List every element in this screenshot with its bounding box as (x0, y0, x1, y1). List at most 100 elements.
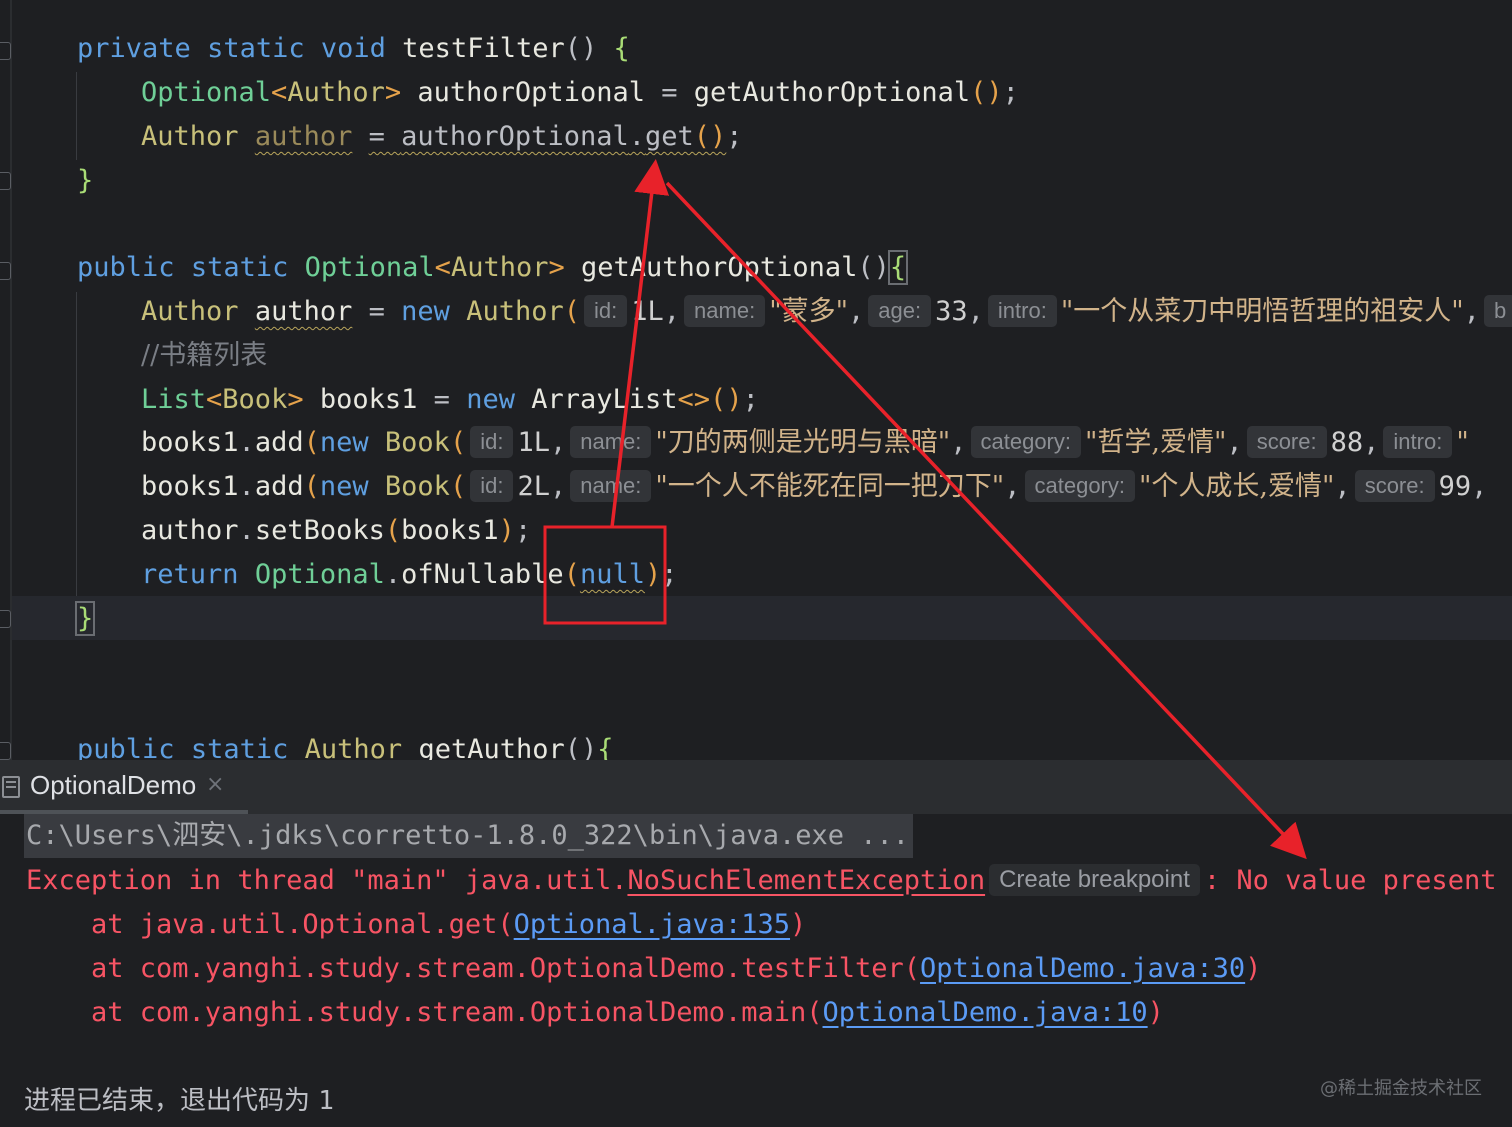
string-literal: " (1456, 427, 1469, 458)
watermark: @稀土掘金技术社区 (1320, 1078, 1482, 1099)
keyword: new (319, 471, 369, 502)
param-hint: b (1483, 295, 1512, 327)
param-hint: age: (868, 295, 932, 327)
keyword: private (77, 33, 191, 64)
exception-message: : No value present (1203, 865, 1497, 896)
unused-variable: author (254, 121, 353, 152)
null-literal: null (579, 559, 645, 590)
stack-trace-line: at java.util.Optional.get(Optional.java:… (26, 909, 807, 940)
source-link[interactable]: Optional.java:135 (514, 909, 790, 940)
type-name: Book (222, 384, 288, 415)
fold-marker-icon[interactable] (0, 42, 11, 60)
close-icon[interactable]: × (206, 772, 224, 797)
type-name: Author (141, 121, 239, 152)
exception-prefix: Exception in thread "main" java.util. (26, 865, 628, 896)
fold-marker-icon[interactable] (0, 172, 11, 190)
code-line[interactable]: public static Optional<Author> getAuthor… (77, 246, 909, 290)
keyword: static (190, 252, 289, 283)
string-literal: "一个人不能死在同一把刀下" (655, 471, 1005, 502)
type-name: Author (287, 77, 385, 108)
param-hint: intro: (1383, 426, 1453, 458)
param-hint: id: (470, 470, 514, 502)
code-line[interactable]: private static void testFilter() { (77, 27, 630, 71)
param-hint: category: (1024, 470, 1135, 502)
type-name: Author (141, 296, 239, 327)
fold-marker-icon[interactable] (0, 742, 11, 760)
code-line[interactable]: author.setBooks(books1); (141, 509, 531, 553)
fold-marker-icon[interactable] (0, 610, 11, 628)
code-line[interactable]: books1.add(new Book(id: 1L, name: "刀的两侧是光明与… (141, 421, 1469, 465)
type-name: Optional (141, 77, 272, 108)
indent-guide (76, 292, 77, 596)
exit-message: 进程已结束，退出代码为 (24, 1086, 319, 1116)
editor-gutter[interactable] (0, 0, 12, 760)
code-line[interactable]: Author author = new Author(id: 1L, name: "蒙… (141, 290, 1512, 334)
string-literal: "一个从菜刀中明悟哲理的祖安人" (1060, 296, 1464, 327)
method-call: getAuthorOptional (693, 77, 971, 108)
param-hint: score: (1354, 470, 1435, 502)
number-literal: 1L (517, 427, 550, 458)
method-call: add (254, 427, 304, 458)
current-line-highlight (12, 596, 1512, 640)
string-literal: "蒙多" (769, 296, 849, 327)
variable-ref: books1 (401, 515, 499, 546)
stack-trace-line: at com.yanghi.study.stream.OptionalDemo.… (26, 997, 1164, 1028)
fold-marker-icon[interactable] (0, 262, 11, 280)
type-name: Optional (304, 252, 435, 283)
code-line[interactable]: List<Book> books1 = new ArrayList<>(); (141, 378, 759, 422)
variable-name: books1 (319, 384, 418, 415)
run-console[interactable]: C:\Users\泗安\.jdks\corretto-1.8.0_322\bin… (0, 814, 1512, 1127)
type-name: Book (384, 427, 450, 458)
param-hint: id: (470, 426, 514, 458)
console-icon (2, 776, 20, 798)
method-call: ofNullable (401, 559, 564, 590)
param-hint: name: (570, 426, 652, 458)
number-literal: 2L (517, 471, 550, 502)
indent-guide (76, 72, 77, 160)
run-tab-label: OptionalDemo (30, 770, 197, 800)
code-comment: //书籍列表 (141, 340, 268, 371)
type-name: List (141, 384, 207, 415)
code-line[interactable]: } (77, 159, 93, 203)
param-hint: score: (1246, 426, 1327, 458)
keyword: public (77, 252, 175, 283)
code-line[interactable]: } (74, 597, 96, 641)
process-exit-line: 进程已结束，退出代码为 1 (24, 1080, 334, 1117)
code-line[interactable]: Optional<Author> authorOptional = getAut… (141, 71, 1019, 115)
code-line[interactable]: return Optional.ofNullable(null); (141, 553, 678, 597)
exit-code: 1 (318, 1086, 334, 1116)
variable-ref: author (141, 515, 239, 546)
code-line[interactable]: //书籍列表 (141, 334, 267, 378)
param-hint: name: (570, 470, 652, 502)
source-link[interactable]: OptionalDemo.java:10 (823, 997, 1148, 1028)
keyword: static (207, 33, 305, 64)
method-call: setBooks (254, 515, 385, 546)
code-line[interactable]: Author author = authorOptional.get(); (141, 115, 743, 159)
variable-name: authorOptional (417, 77, 645, 108)
code-line[interactable]: books1.add(new Book(id: 2L, name: "一个人不能死在同… (141, 465, 1487, 509)
type-name: Author (466, 296, 564, 327)
variable-ref: books1 (141, 471, 239, 502)
type-name: Author (450, 252, 549, 283)
variable-name: author (254, 296, 353, 327)
exception-line: Exception in thread "main" java.util.NoS… (26, 859, 1496, 903)
string-literal: "刀的两侧是光明与黑暗" (655, 427, 951, 458)
type-name: Author (304, 734, 403, 760)
keyword: new (401, 296, 450, 327)
code-line[interactable]: public static Author getAuthor(){ (77, 728, 614, 760)
type-name: ArrayList (531, 384, 678, 415)
type-name: Book (384, 471, 450, 502)
number-literal: 99 (1438, 471, 1472, 502)
string-literal: "哲学,爱情" (1085, 427, 1227, 458)
console-command-line[interactable]: C:\Users\泗安\.jdks\corretto-1.8.0_322\bin… (24, 814, 914, 858)
string-literal: "个人成长,爱情" (1139, 471, 1335, 502)
stack-trace-line: at com.yanghi.study.stream.OptionalDemo.… (26, 953, 1262, 984)
source-link[interactable]: OptionalDemo.java:30 (920, 953, 1245, 984)
variable-ref: authorOptional (401, 121, 629, 152)
run-tab[interactable]: OptionalDemo × (0, 760, 248, 814)
keyword: public (77, 734, 175, 760)
code-editor[interactable]: private static void testFilter() { Optio… (0, 0, 1512, 760)
exception-class-link[interactable]: NoSuchElementException (627, 865, 985, 896)
create-breakpoint-button[interactable]: Create breakpoint (989, 864, 1200, 896)
param-hint: category: (970, 426, 1081, 458)
